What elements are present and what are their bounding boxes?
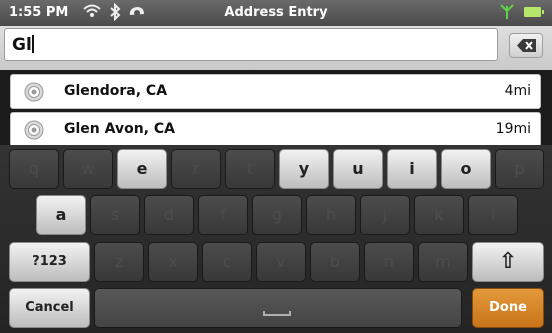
- key-k: k: [414, 195, 464, 235]
- key-e[interactable]: e: [117, 149, 167, 189]
- key-o[interactable]: o: [441, 149, 491, 189]
- key-j: j: [360, 195, 410, 235]
- symbols-key[interactable]: ?123: [9, 242, 90, 282]
- text-cursor: [31, 35, 34, 53]
- key-i[interactable]: i: [387, 149, 437, 189]
- key-y[interactable]: y: [279, 149, 329, 189]
- key-l: l: [468, 195, 518, 235]
- key-r: r: [171, 149, 221, 189]
- key-v: v: [256, 242, 306, 282]
- key-q: q: [9, 149, 59, 189]
- key-b: b: [310, 242, 360, 282]
- space-icon: [263, 311, 291, 316]
- on-screen-keyboard: q w e r t y u i o p a s d f g h j k l ?1…: [0, 145, 552, 333]
- suggestion-item[interactable]: Glendora, CA 4mi: [10, 74, 541, 109]
- key-h: h: [306, 195, 356, 235]
- shift-key[interactable]: ⇧: [472, 242, 544, 282]
- key-d: d: [144, 195, 194, 235]
- done-key[interactable]: Done: [472, 288, 544, 328]
- space-key[interactable]: [94, 288, 462, 328]
- key-a[interactable]: a: [36, 195, 86, 235]
- key-t: t: [225, 149, 275, 189]
- suggestion-name: Glendora, CA: [64, 83, 168, 99]
- location-icon: [24, 82, 44, 102]
- battery-icon: [524, 7, 544, 17]
- address-input-bar: Gl: [0, 26, 552, 70]
- suggestion-list: Glendora, CA 4mi Glen Avon, CA 19mi: [10, 74, 541, 150]
- suggestion-item[interactable]: Glen Avon, CA 19mi: [10, 112, 541, 147]
- key-c: c: [202, 242, 252, 282]
- suggestion-distance: 19mi: [495, 121, 531, 137]
- backspace-icon: [517, 39, 536, 52]
- key-m: m: [418, 242, 468, 282]
- screen-title: Address Entry: [224, 5, 328, 20]
- key-s: s: [90, 195, 140, 235]
- key-u[interactable]: u: [333, 149, 383, 189]
- key-z: z: [94, 242, 144, 282]
- address-input-value: Gl: [12, 35, 32, 55]
- signal-icon: [499, 2, 515, 20]
- status-bar: 1:55 PM Address Entry: [0, 0, 552, 26]
- address-input[interactable]: Gl: [4, 28, 498, 61]
- key-n: n: [364, 242, 414, 282]
- key-g: g: [252, 195, 302, 235]
- suggestion-name: Glen Avon, CA: [64, 121, 175, 137]
- cancel-key[interactable]: Cancel: [9, 288, 90, 328]
- key-f: f: [198, 195, 248, 235]
- key-p: p: [495, 149, 544, 189]
- shift-icon: ⇧: [498, 249, 518, 274]
- suggestion-distance: 4mi: [504, 83, 531, 99]
- key-w: w: [63, 149, 113, 189]
- clear-text-button[interactable]: [509, 33, 543, 58]
- key-x: x: [148, 242, 198, 282]
- location-icon: [24, 120, 44, 140]
